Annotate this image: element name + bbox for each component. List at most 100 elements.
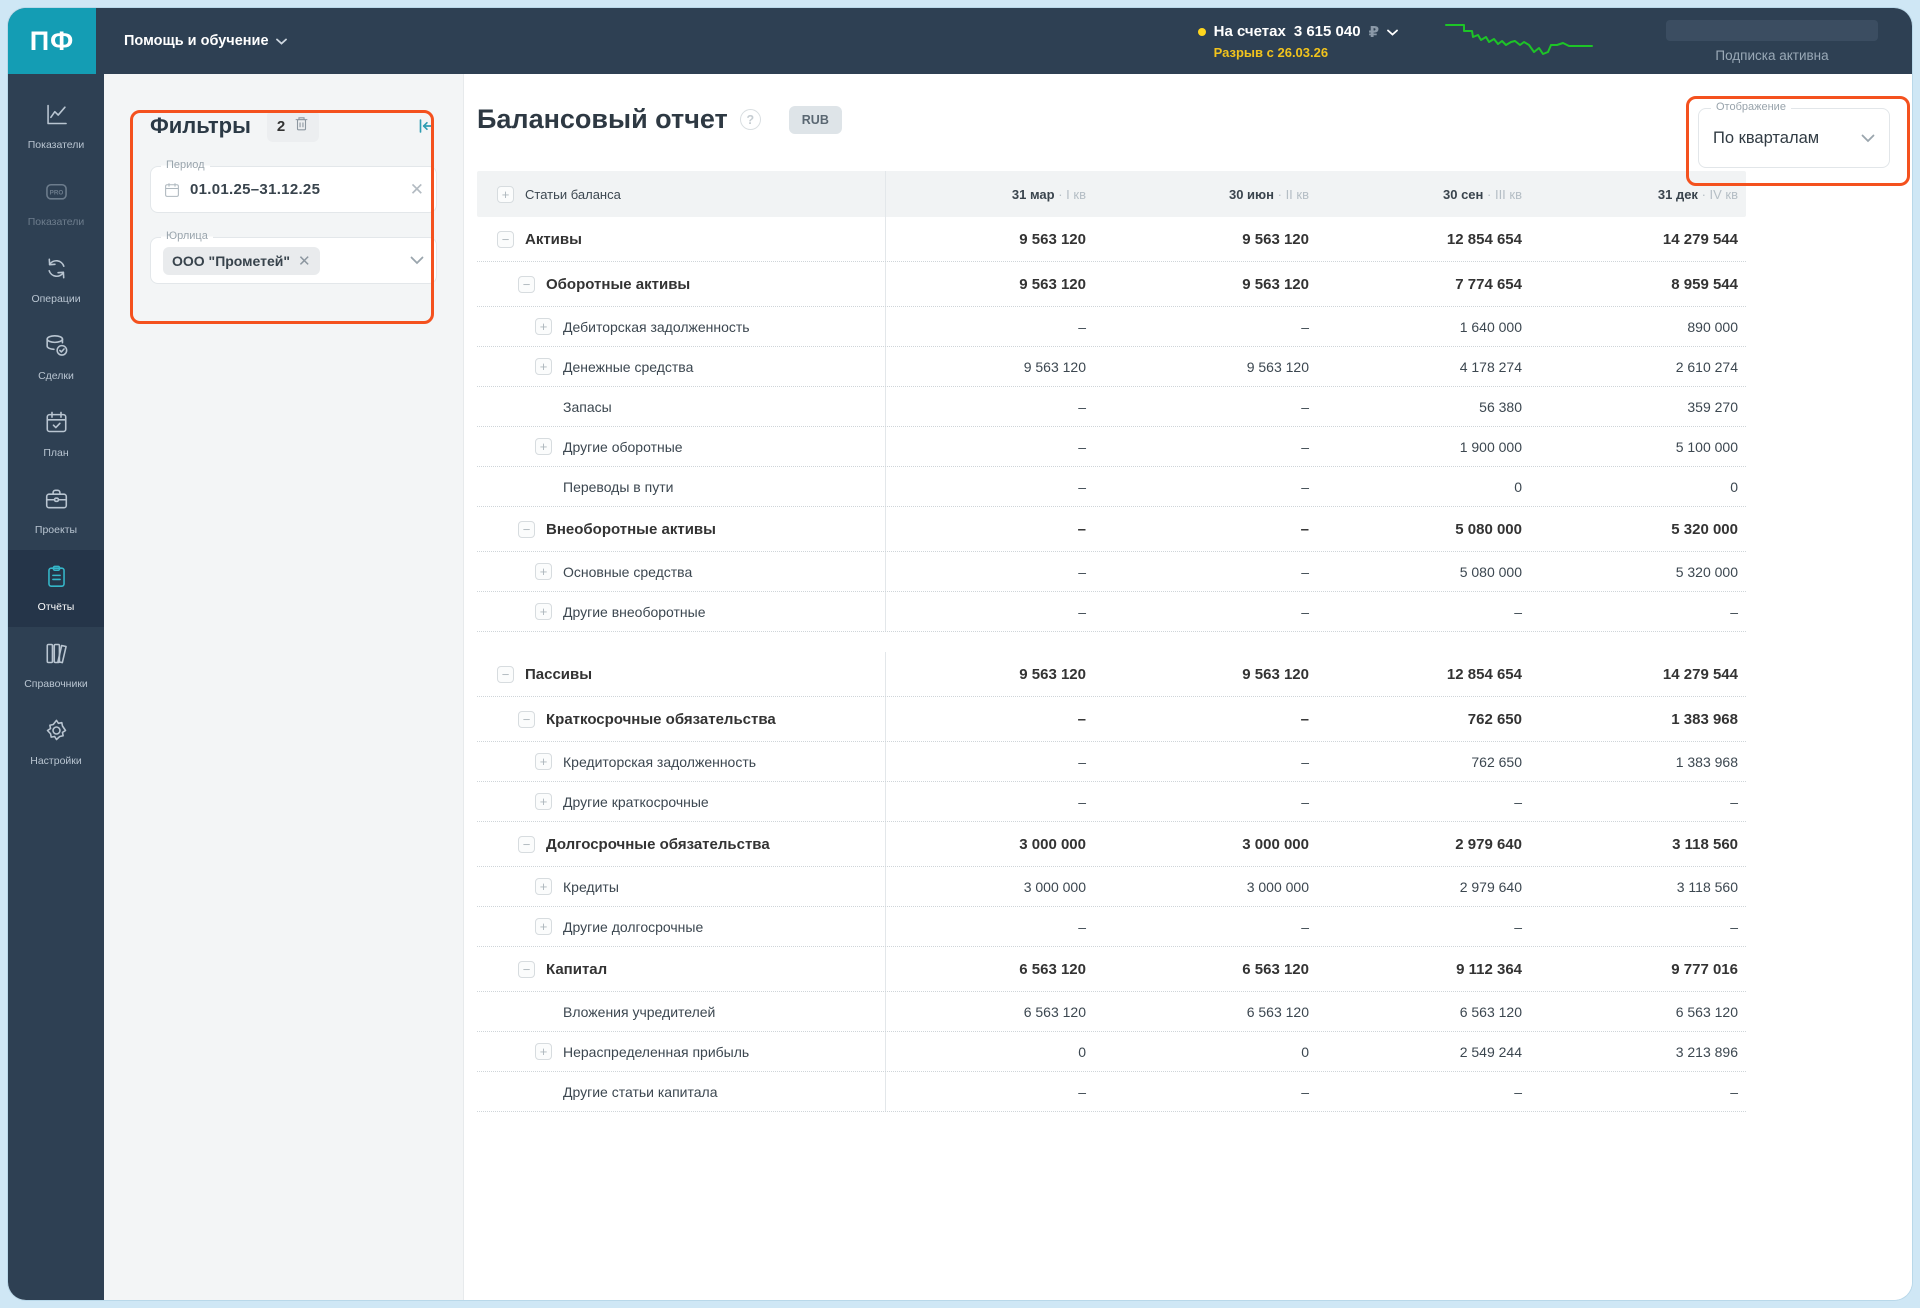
accounts-summary[interactable]: На счетах 3 615 040 ₽ Разрыв с 26.03.26 (1197, 23, 1398, 60)
status-dot-icon (1197, 27, 1206, 36)
sidebar-item-label: Проекты (34, 524, 78, 536)
cell-value: – (1300, 710, 1309, 728)
table-row: + Другие долгосрочные – – – – (477, 907, 1746, 947)
expand-row-icon[interactable]: + (535, 878, 552, 895)
cell-value: – (1514, 603, 1522, 620)
chevron-down-icon[interactable] (410, 256, 424, 265)
books-icon (43, 640, 70, 670)
expand-row-icon[interactable]: + (535, 753, 552, 770)
cell-value: 4 178 274 (1459, 358, 1522, 375)
row-label: Кредиторская задолженность (563, 753, 757, 770)
help-icon[interactable]: ? (739, 109, 761, 130)
collapse-row-icon[interactable]: − (497, 230, 514, 248)
clear-period-icon[interactable]: ✕ (410, 181, 424, 198)
cell-value: 5 080 000 (1455, 520, 1522, 538)
cell-value: 9 777 016 (1671, 960, 1738, 978)
expand-row-icon[interactable]: + (535, 918, 552, 935)
help-menu-button[interactable]: Помощь и обучение (124, 33, 287, 49)
cell-value: – (1301, 438, 1309, 455)
sidebar-item-handbooks[interactable]: Справочники (8, 627, 104, 704)
cell-value: 6 563 120 (1246, 1003, 1309, 1020)
sidebar-item-projects[interactable]: Проекты (8, 473, 104, 550)
table-row: − Активы 9 563 120 9 563 120 12 854 654 14 27… (477, 217, 1746, 262)
sidebar-item-settings[interactable]: Настройки (8, 704, 104, 781)
sidebar-item-reports[interactable]: Отчёты (8, 550, 104, 627)
app-logo[interactable]: ПФ (8, 8, 96, 74)
collapse-row-icon[interactable]: − (518, 835, 535, 853)
remove-entity-icon[interactable]: ✕ (298, 252, 311, 270)
collapse-row-icon[interactable]: − (518, 275, 535, 293)
cell-value: – (1078, 793, 1086, 810)
redacted-account-name (1666, 19, 1878, 41)
cell-value: 6 563 120 (1019, 960, 1086, 978)
row-label: Другие оборотные (563, 438, 683, 455)
cell-value: – (1301, 793, 1309, 810)
subscription-status: Подписка активна (1715, 47, 1829, 63)
expand-row-icon[interactable]: + (535, 358, 552, 375)
cell-value: – (1078, 563, 1086, 580)
row-label: Денежные средства (563, 358, 694, 375)
collapse-row-icon[interactable]: − (518, 520, 535, 538)
row-label: Краткосрочные обязательства (546, 710, 776, 728)
display-mode-select[interactable]: Отображение По кварталам (1698, 101, 1890, 168)
cell-value: 1 640 000 (1459, 318, 1522, 335)
row-label: Нераспределенная прибыль (563, 1043, 750, 1060)
cell-value: 3 000 000 (1023, 878, 1086, 895)
sidebar-item-operations[interactable]: Операции (8, 242, 104, 319)
sidebar-item-deals[interactable]: Сделки (8, 319, 104, 396)
entity-chip-label: ООО "Прометей" (172, 252, 291, 269)
cell-value: – (1301, 753, 1309, 770)
expand-row-icon[interactable]: + (535, 438, 552, 455)
sidebar-item-label: Операции (31, 293, 81, 305)
cell-value: – (1514, 793, 1522, 810)
cell-value: – (1078, 1083, 1086, 1100)
cell-value: – (1730, 603, 1738, 620)
sidebar-item-indicators-pro[interactable]: PRO Показатели (8, 165, 104, 242)
sidebar-item-label: Показатели (27, 139, 85, 151)
filters-count-badge[interactable]: 2 (266, 110, 320, 142)
expand-row-icon[interactable]: + (535, 563, 552, 580)
row-label: Основные средства (563, 563, 693, 580)
cell-value: 12 854 654 (1446, 665, 1522, 683)
row-label: Другие статьи капитала (563, 1083, 718, 1100)
collapse-row-icon[interactable]: − (497, 665, 514, 683)
sidebar-nav: Показатели PRO Показатели Операции Сделки Пла… (8, 74, 104, 1300)
row-label: Пассивы (525, 665, 593, 683)
trash-icon[interactable] (294, 116, 309, 136)
table-row: + Кредиторская задолженность – – 762 650 1 38… (477, 742, 1746, 782)
cell-value: 6 563 120 (1675, 1003, 1738, 1020)
cell-value: – (1300, 520, 1309, 538)
expand-row-icon[interactable]: + (535, 1043, 552, 1060)
svg-text:PRO: PRO (49, 189, 63, 196)
briefcase-icon (43, 486, 70, 516)
cell-value: 9 563 120 (1246, 358, 1309, 375)
entity-field[interactable]: Юрлица ООО "Прометей" ✕ (150, 230, 437, 284)
expand-row-icon[interactable]: + (535, 603, 552, 620)
entity-chip[interactable]: ООО "Прометей" ✕ (163, 246, 320, 275)
cell-value: 2 979 640 (1455, 835, 1522, 853)
sidebar-item-plan[interactable]: План (8, 396, 104, 473)
collapse-row-icon[interactable]: − (518, 960, 535, 978)
expand-row-icon[interactable]: + (535, 793, 552, 810)
topbar: ПФ Помощь и обучение На счетах 3 615 040… (8, 8, 1912, 74)
cell-value: 56 380 (1479, 398, 1522, 415)
cell-value: – (1301, 563, 1309, 580)
cell-value: – (1078, 318, 1086, 335)
cell-value: 3 213 896 (1675, 1043, 1738, 1060)
cell-value: – (1514, 918, 1522, 935)
collapse-row-icon[interactable]: − (518, 710, 535, 728)
period-field[interactable]: Период 01.01.25–31.12.25 ✕ (150, 159, 437, 213)
cell-value: 8 959 544 (1671, 275, 1738, 293)
sidebar-item-indicators[interactable]: Показатели (8, 88, 104, 165)
entity-field-label: Юрлица (161, 230, 213, 242)
first-column-header: Статьи баланса (525, 186, 621, 202)
sidebar-item-label: Сделки (38, 370, 74, 382)
collapse-panel-icon[interactable] (415, 115, 437, 137)
expand-all-icon[interactable]: + (497, 185, 514, 203)
currency-badge[interactable]: RUB (788, 105, 842, 134)
sync-icon (43, 255, 70, 285)
row-label: Другие долгосрочные (563, 918, 704, 935)
page-title: Балансовый отчет (477, 104, 728, 134)
table-row: + Другие внеоборотные – – – – (477, 592, 1746, 632)
expand-row-icon[interactable]: + (535, 318, 552, 335)
